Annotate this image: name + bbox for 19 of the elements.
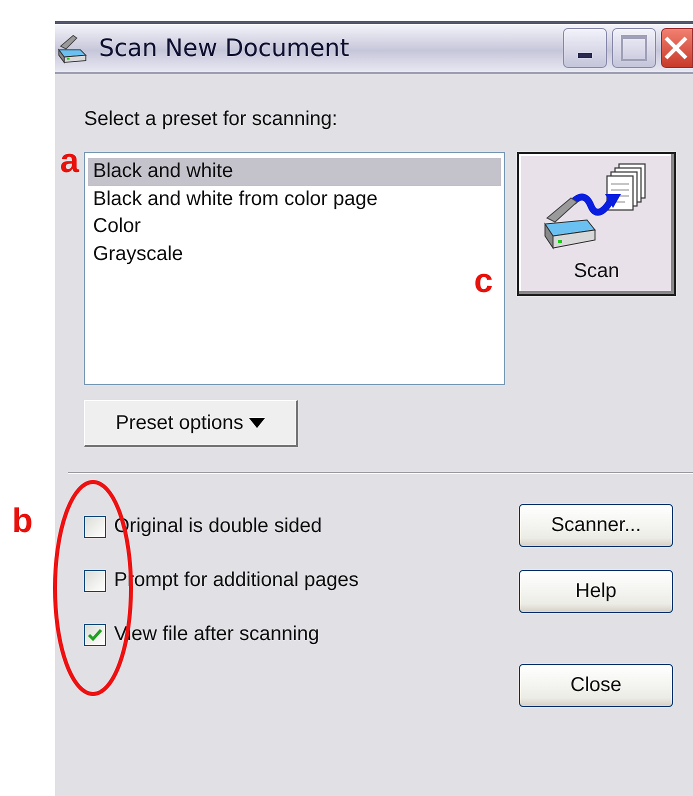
preset-item[interactable]: Color: [88, 213, 501, 240]
checkbox[interactable]: [84, 516, 106, 538]
minimize-button[interactable]: [563, 28, 607, 68]
checkbox[interactable]: [84, 624, 106, 646]
dialog-button[interactable]: Close: [519, 664, 673, 707]
scan-button[interactable]: Scan: [517, 152, 676, 296]
preset-options-button[interactable]: Preset options: [84, 400, 298, 447]
close-button[interactable]: [661, 28, 693, 68]
caret-icon: [249, 418, 266, 428]
annotation-letter: b: [12, 502, 33, 541]
preset-item[interactable]: Black and white: [88, 158, 501, 186]
checkbox[interactable]: [84, 570, 106, 592]
dialog-button[interactable]: Help: [519, 570, 673, 613]
maximize-button[interactable]: [612, 28, 656, 68]
dialog-button[interactable]: Scanner...: [519, 504, 673, 547]
preset-item[interactable]: Black and white from color page: [88, 186, 501, 213]
prompt-label: Select a preset for scanning:: [84, 108, 338, 132]
window-title: Scan New Document: [99, 34, 350, 62]
annotation-letter: a: [60, 142, 79, 181]
